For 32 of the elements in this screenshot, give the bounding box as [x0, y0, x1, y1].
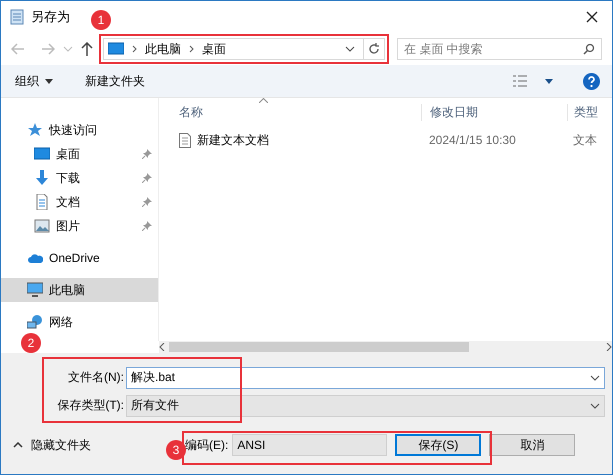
- breadcrumb[interactable]: 桌面: [202, 40, 226, 58]
- address-bar[interactable]: 此电脑 桌面: [103, 38, 385, 60]
- cancel-button[interactable]: 取消: [489, 434, 576, 456]
- organize-button[interactable]: 组织: [13, 70, 55, 92]
- file-name-field[interactable]: 解决.bat: [126, 366, 605, 388]
- save-type-dropdown[interactable]: 所有文件: [126, 394, 605, 416]
- encoding-dropdown[interactable]: ANSI: [232, 434, 388, 456]
- encoding-label: 编码(E):: [185, 436, 228, 454]
- file-name[interactable]: 新建文本文档: [197, 132, 269, 148]
- sidebar-item[interactable]: 此电脑: [1, 278, 158, 302]
- column-header[interactable]: 修改日期: [421, 104, 567, 120]
- annotation-number: 2: [21, 333, 41, 353]
- table-cell-text: 2024/1/15 10:30: [428, 133, 517, 147]
- breadcrumb[interactable]: 此电脑: [145, 40, 181, 58]
- sidebar-item[interactable]: OneDrive: [1, 246, 158, 270]
- hide-folders-button[interactable]: 隐藏文件夹: [13, 436, 91, 454]
- sidebar-item[interactable]: 网络: [1, 310, 158, 334]
- sidebar-item[interactable]: 图片: [1, 214, 158, 238]
- new-folder-button[interactable]: 新建文件夹: [83, 70, 147, 92]
- sidebar-item[interactable]: 文档: [1, 190, 158, 214]
- annotation-number: 1: [91, 10, 111, 30]
- table-cell-text: 文本: [572, 132, 598, 148]
- sidebar-item[interactable]: 下载: [1, 166, 158, 190]
- sidebar-item[interactable]: 桌面: [1, 142, 158, 166]
- window-title: 另存为: [31, 8, 70, 26]
- search-field[interactable]: 在 桌面 中搜索: [397, 38, 602, 60]
- sidebar-item[interactable]: 快速访问: [1, 118, 158, 142]
- file-name-label: 文件名(N):: [67, 369, 125, 386]
- column-header[interactable]: 类型: [567, 104, 612, 120]
- save-type-label: 保存类型(T):: [56, 397, 125, 414]
- save-button[interactable]: 保存(S): [395, 434, 482, 456]
- column-header[interactable]: 名称: [159, 104, 421, 120]
